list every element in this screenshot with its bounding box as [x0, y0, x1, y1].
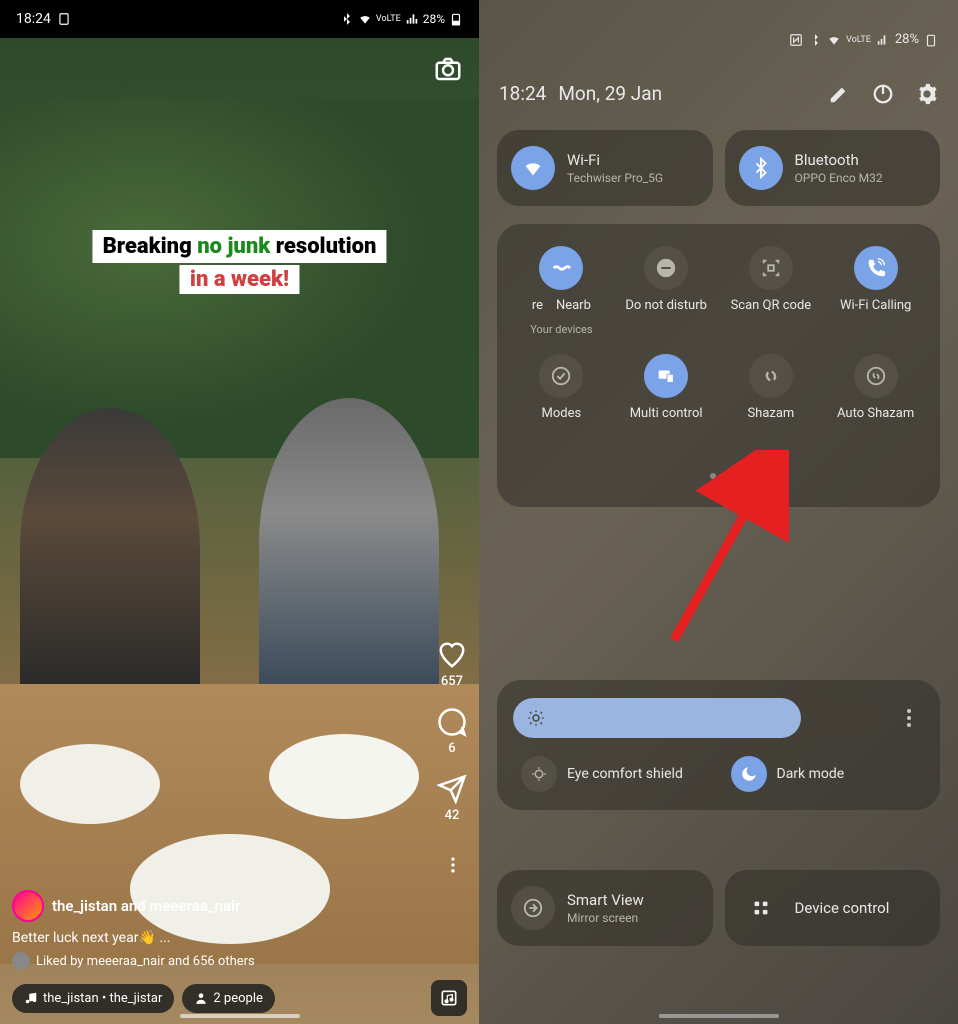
autoshazam-icon: [854, 354, 898, 398]
camera-button[interactable]: [433, 54, 463, 88]
bluetooth-tile[interactable]: Bluetooth OPPO Enco M32: [725, 130, 941, 206]
device-control-tile[interactable]: Device control: [725, 870, 941, 946]
settings-button[interactable]: [916, 83, 938, 105]
heart-icon: [437, 640, 467, 670]
brightness-more-button[interactable]: [894, 709, 924, 727]
dnd-icon: [644, 246, 688, 290]
multicontrol-tile[interactable]: Multi control: [616, 354, 716, 423]
bluetooth-icon: [808, 33, 822, 47]
story-overlay-text: Breaking no junk resolution in a week!: [24, 230, 455, 294]
bluetooth-icon: [340, 12, 354, 26]
eye-comfort-toggle[interactable]: Eye comfort shield: [521, 756, 707, 792]
nearby-icon: [539, 246, 583, 290]
quick-settings-panel: VoLTE 28% 18:24 Mon, 29 Jan Wi-Fi Techwi…: [479, 0, 958, 1024]
battery-icon: [924, 33, 938, 47]
annotation-arrow: [659, 450, 789, 650]
wificall-tile[interactable]: Wi-Fi Calling: [826, 246, 926, 336]
liked-by-row[interactable]: Liked by meeeraa_nair and 656 others: [12, 952, 467, 970]
story-background: [0, 38, 479, 1024]
modes-tile[interactable]: Modes: [511, 354, 611, 423]
status-bar: 18:24 VoLTE 28%: [0, 0, 479, 38]
more-options-button[interactable]: [443, 855, 463, 879]
avatar: [12, 890, 44, 922]
music-pill[interactable]: the_jistan • the_jistar: [12, 984, 174, 1013]
qs-date: Mon, 29 Jan: [558, 82, 816, 105]
instagram-story-screen: 18:24 VoLTE 28% Breaking no junk: [0, 0, 479, 1024]
wifi-icon: [511, 146, 555, 190]
battery-icon: [449, 12, 463, 26]
battery-percent: 28%: [895, 32, 919, 47]
signal-icon: [876, 33, 890, 47]
comment-icon: [437, 707, 467, 737]
notification-icon: [57, 12, 71, 26]
moon-icon: [740, 765, 758, 783]
sun-icon: [527, 709, 545, 727]
story-actions: 657 6 42: [437, 640, 467, 823]
multicontrol-icon: [644, 354, 688, 398]
qr-icon: [749, 246, 793, 290]
power-button[interactable]: [872, 83, 894, 105]
people-pill[interactable]: 2 people: [182, 984, 275, 1013]
share-button[interactable]: 42: [437, 774, 467, 823]
shazam-icon: [749, 354, 793, 398]
bluetooth-icon: [739, 146, 783, 190]
network-label: VoLTE: [376, 14, 401, 24]
brightness-panel: Eye comfort shield Dark mode: [497, 680, 940, 810]
save-audio-button[interactable]: [431, 980, 467, 1016]
brightness-slider[interactable]: [513, 698, 882, 738]
nfc-icon: [789, 33, 803, 47]
nearby-tile[interactable]: re Nearb Your devices: [511, 246, 611, 336]
story-footer: the_jistan and meeeraa_nair Better luck …: [0, 890, 479, 1024]
nav-bar[interactable]: [659, 1014, 779, 1018]
smartview-icon: [511, 886, 555, 930]
qs-header: 18:24 Mon, 29 Jan: [499, 82, 938, 105]
like-button[interactable]: 657: [437, 640, 467, 689]
wifi-icon: [827, 33, 841, 47]
music-icon: [24, 991, 38, 1005]
dnd-tile[interactable]: Do not disturb: [616, 246, 716, 336]
person-icon: [194, 991, 208, 1005]
story-caption[interactable]: Better luck next year👋 ...: [12, 930, 467, 946]
share-icon: [437, 774, 467, 804]
status-bar: VoLTE 28%: [789, 32, 938, 47]
smartview-tile[interactable]: Smart View Mirror screen: [497, 870, 713, 946]
eye-comfort-icon: [530, 765, 548, 783]
qs-time: 18:24: [499, 82, 546, 105]
wifi-tile[interactable]: Wi-Fi Techwiser Pro_5G: [497, 130, 713, 206]
wifi-icon: [358, 12, 372, 26]
qr-tile[interactable]: Scan QR code: [721, 246, 821, 336]
wificall-icon: [854, 246, 898, 290]
small-avatar: [12, 952, 30, 970]
battery-percent: 28%: [423, 12, 445, 26]
dark-mode-toggle[interactable]: Dark mode: [731, 756, 917, 792]
save-music-icon: [439, 988, 459, 1008]
edit-button[interactable]: [828, 83, 850, 105]
story-user-row[interactable]: the_jistan and meeeraa_nair: [12, 890, 467, 922]
comment-button[interactable]: 6: [437, 707, 467, 756]
modes-icon: [539, 354, 583, 398]
status-time: 18:24: [16, 11, 51, 27]
shazam-tile[interactable]: Shazam: [721, 354, 821, 423]
nav-bar[interactable]: [180, 1014, 300, 1018]
device-control-icon: [739, 886, 783, 930]
autoshazam-tile[interactable]: Auto Shazam: [826, 354, 926, 423]
signal-icon: [405, 12, 419, 26]
more-vertical-icon: [443, 855, 463, 875]
